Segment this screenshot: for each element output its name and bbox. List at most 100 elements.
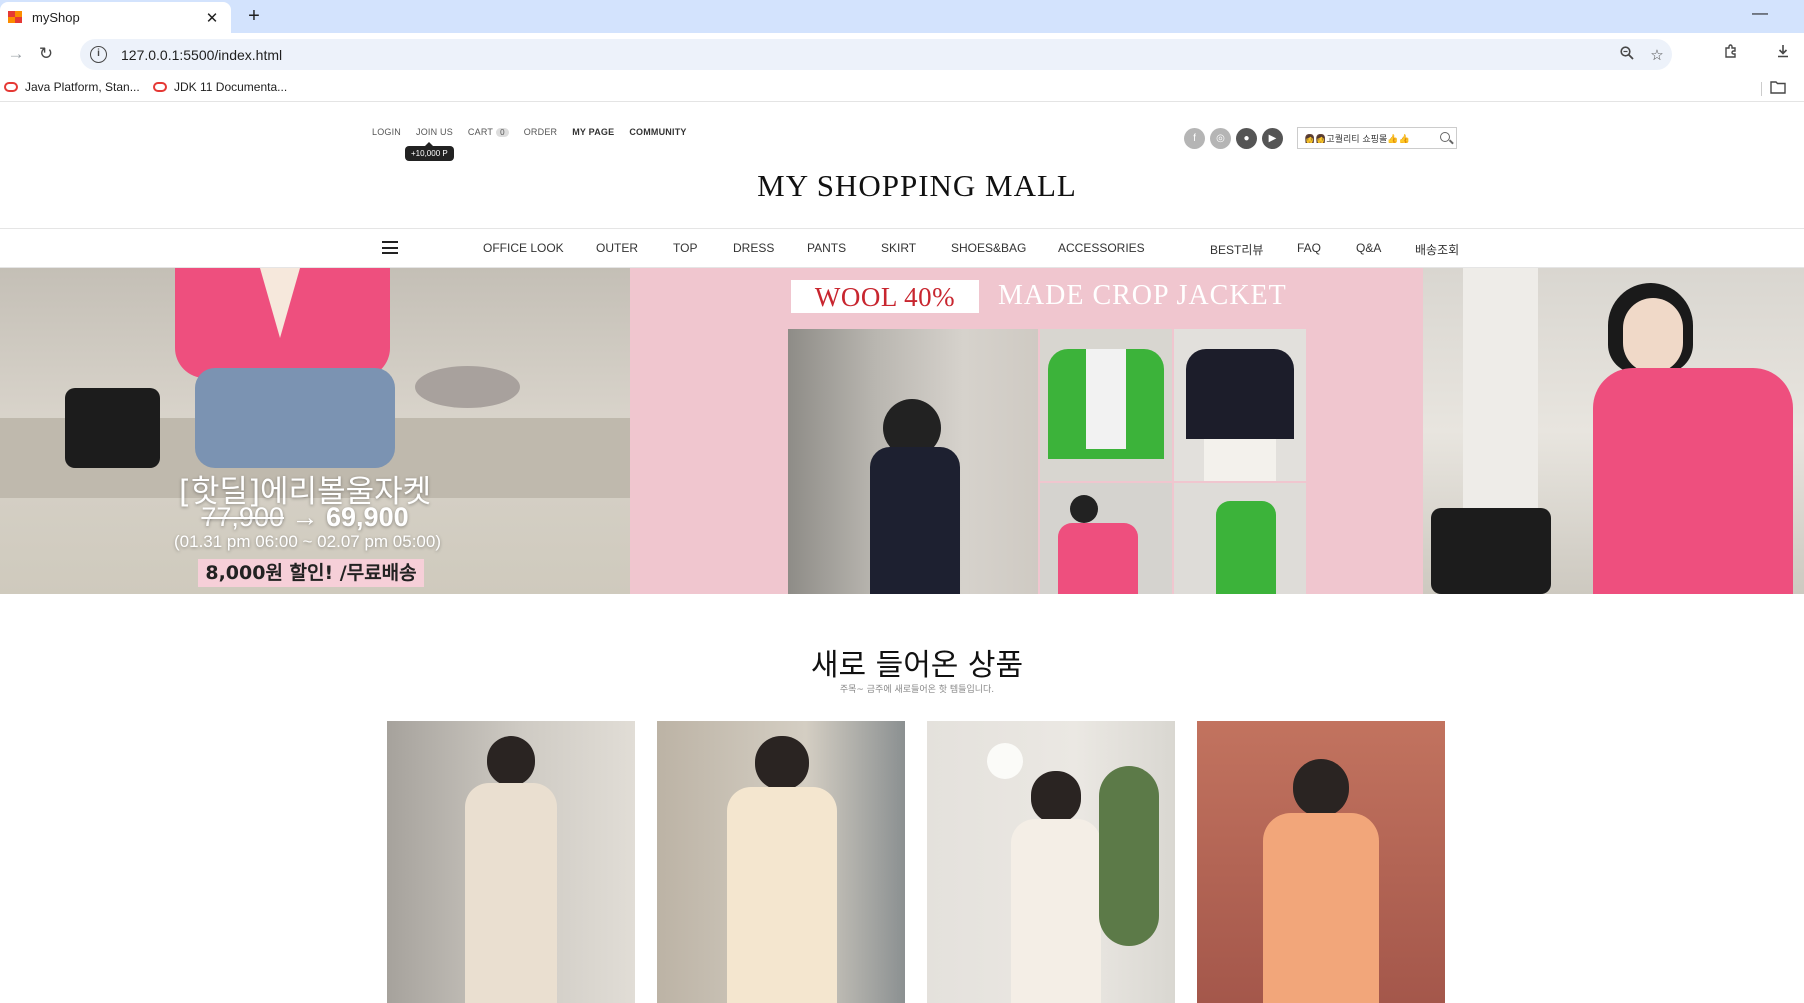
green-jacket-shape — [1216, 501, 1276, 594]
main-banner[interactable]: [핫딜]에리볼울자켓 77,900 → 69,900 (01.31 pm 06:… — [0, 268, 1804, 594]
address-bar[interactable]: i 127.0.0.1:5500/index.html ☆ — [80, 39, 1672, 70]
old-price: 77,900 — [201, 502, 284, 532]
grid-photo-green-2 — [1174, 483, 1306, 594]
nav-delivery[interactable]: 배송조회 — [1415, 241, 1459, 258]
nav-shoes-bag[interactable]: SHOES&BAG — [951, 241, 1026, 255]
banner-model-photo[interactable] — [1423, 268, 1804, 594]
login-link[interactable]: LOGIN — [372, 127, 401, 137]
hair-shape — [1293, 759, 1349, 817]
new-arrivals-title: 새로 들어온 상품 — [810, 648, 1024, 683]
facebook-icon[interactable]: f — [1184, 128, 1205, 149]
promo-period: (01.31 pm 06:00 ~ 02.07 pm 05:00) — [174, 532, 441, 551]
search-icon[interactable] — [1436, 128, 1456, 148]
mypage-link[interactable]: MY PAGE — [572, 127, 614, 137]
nav-dress[interactable]: DRESS — [733, 241, 774, 255]
tab-title: myShop — [32, 10, 80, 25]
cream-blouse-shape — [727, 787, 837, 1003]
cart-count-badge: 0 — [496, 128, 509, 137]
product-card-2[interactable] — [657, 721, 905, 1003]
instagram-icon[interactable]: ◎ — [1210, 128, 1231, 149]
promo-price: 77,900 → 69,900 — [0, 502, 610, 533]
black-bag-shape — [1431, 508, 1551, 594]
product-card-3[interactable] — [927, 721, 1175, 1003]
nav-skirt[interactable]: SKIRT — [881, 241, 916, 255]
minimize-window-button[interactable]: — — [1752, 5, 1768, 23]
close-tab-icon[interactable]: ✕ — [203, 9, 221, 27]
nav-top[interactable]: TOP — [673, 241, 697, 255]
nav-pants[interactable]: PANTS — [807, 241, 846, 255]
join-link[interactable]: JOIN US — [416, 127, 453, 137]
product-card-1[interactable] — [387, 721, 635, 1003]
grid-photo-green — [1040, 329, 1172, 481]
product-card-4[interactable] — [1197, 721, 1445, 1003]
community-link[interactable]: COMMUNITY — [629, 127, 686, 137]
youtube-icon[interactable]: ▶ — [1262, 128, 1283, 149]
navy-jacket-shape — [870, 447, 960, 594]
extensions-icon[interactable] — [1718, 42, 1744, 68]
bookmark-separator — [1761, 82, 1762, 96]
zoom-icon[interactable] — [1612, 45, 1642, 64]
jeans-shape — [195, 368, 395, 468]
beige-suit-shape — [465, 783, 557, 1003]
util-menu: LOGIN JOIN US CART 0 ORDER MY PAGE COMMUN… — [372, 127, 702, 137]
main-nav: OFFICE LOOK OUTER TOP DRESS PANTS SKIRT … — [0, 228, 1804, 268]
oracle-icon — [4, 82, 18, 92]
bookmark-star-icon[interactable]: ☆ — [1642, 46, 1672, 64]
nav-faq[interactable]: FAQ — [1297, 241, 1321, 255]
crop-jacket-title: MADE CROP JACKET — [998, 280, 1287, 311]
grid-photo-pink — [1040, 483, 1172, 594]
sns-links: f ◎ ● ▶ — [1184, 128, 1288, 149]
photo-grid — [788, 329, 1306, 594]
grid-photo-street — [788, 329, 1038, 594]
oracle-icon — [153, 82, 167, 92]
nav-office-look[interactable]: OFFICE LOOK — [483, 241, 564, 255]
new-tab-button[interactable]: + — [241, 4, 267, 30]
bookmark-java-platform[interactable]: Java Platform, Stan... — [4, 80, 140, 94]
black-bag-shape — [65, 388, 160, 468]
bookmark-jdk-docs[interactable]: JDK 11 Documenta... — [153, 80, 287, 94]
forward-arrow-icon[interactable]: → — [4, 42, 28, 66]
nav-outer[interactable]: OUTER — [596, 241, 638, 255]
order-link[interactable]: ORDER — [524, 127, 558, 137]
white-pants-shape — [1204, 439, 1276, 481]
banner-promo-photo[interactable]: [핫딜]에리볼울자켓 77,900 → 69,900 (01.31 pm 06:… — [0, 268, 630, 594]
face-shape — [1623, 298, 1683, 373]
kakao-icon[interactable]: ● — [1236, 128, 1257, 149]
nav-best-review[interactable]: BEST리뷰 — [1210, 241, 1263, 258]
hair-shape — [1031, 771, 1081, 823]
hair-shape — [487, 736, 535, 786]
reload-icon[interactable]: ↻ — [34, 42, 58, 66]
browser-tab[interactable]: myShop ✕ — [0, 2, 231, 33]
browser-tab-strip: myShop ✕ + — — [0, 0, 1804, 33]
site-logo[interactable]: MY SHOPPING MALL — [0, 168, 1804, 204]
ivory-blouse-shape — [1011, 819, 1101, 1003]
site-search — [1297, 127, 1457, 149]
new-price: 69,900 — [326, 502, 409, 532]
search-input[interactable] — [1304, 133, 1436, 143]
lamp-shape — [987, 743, 1023, 779]
grid-photo-navy — [1174, 329, 1306, 481]
nav-accessories[interactable]: ACCESSORIES — [1058, 241, 1145, 255]
folder-icon[interactable] — [1770, 80, 1786, 94]
promo-badge: 8,000원 할인! /무료배송 — [198, 559, 424, 587]
site-info-icon[interactable]: i — [90, 46, 107, 63]
join-point-tooltip: +10,000 P — [405, 142, 454, 161]
url-text[interactable]: 127.0.0.1:5500/index.html — [121, 47, 1612, 63]
menu-icon[interactable] — [382, 241, 398, 254]
web-page: LOGIN JOIN US CART 0 ORDER MY PAGE COMMUN… — [0, 102, 1804, 1003]
bookmark-label: Java Platform, Stan... — [25, 80, 140, 94]
price-arrow: → — [291, 502, 319, 532]
nav-qna[interactable]: Q&A — [1356, 241, 1381, 255]
cart-link[interactable]: CART 0 — [468, 127, 509, 137]
browser-toolbar: → ↻ i 127.0.0.1:5500/index.html ☆ — [0, 33, 1804, 76]
download-icon[interactable] — [1770, 42, 1796, 68]
navy-jacket-shape — [1186, 349, 1294, 439]
banner-crop-jacket[interactable]: WOOL 40% MADE CROP JACKET — [630, 268, 1423, 594]
hair-shape — [1070, 495, 1098, 523]
bookmarks-bar: Java Platform, Stan... JDK 11 Documenta.… — [0, 76, 1804, 102]
shop-favicon-icon — [8, 11, 23, 24]
pink-jacket-shape — [1593, 368, 1793, 594]
pink-jacket-shape — [1058, 523, 1138, 594]
bookmark-label: JDK 11 Documenta... — [174, 80, 288, 94]
new-arrivals-subtitle: 주목~ 금주에 새로들어온 핫 템들입니다. — [839, 685, 995, 695]
